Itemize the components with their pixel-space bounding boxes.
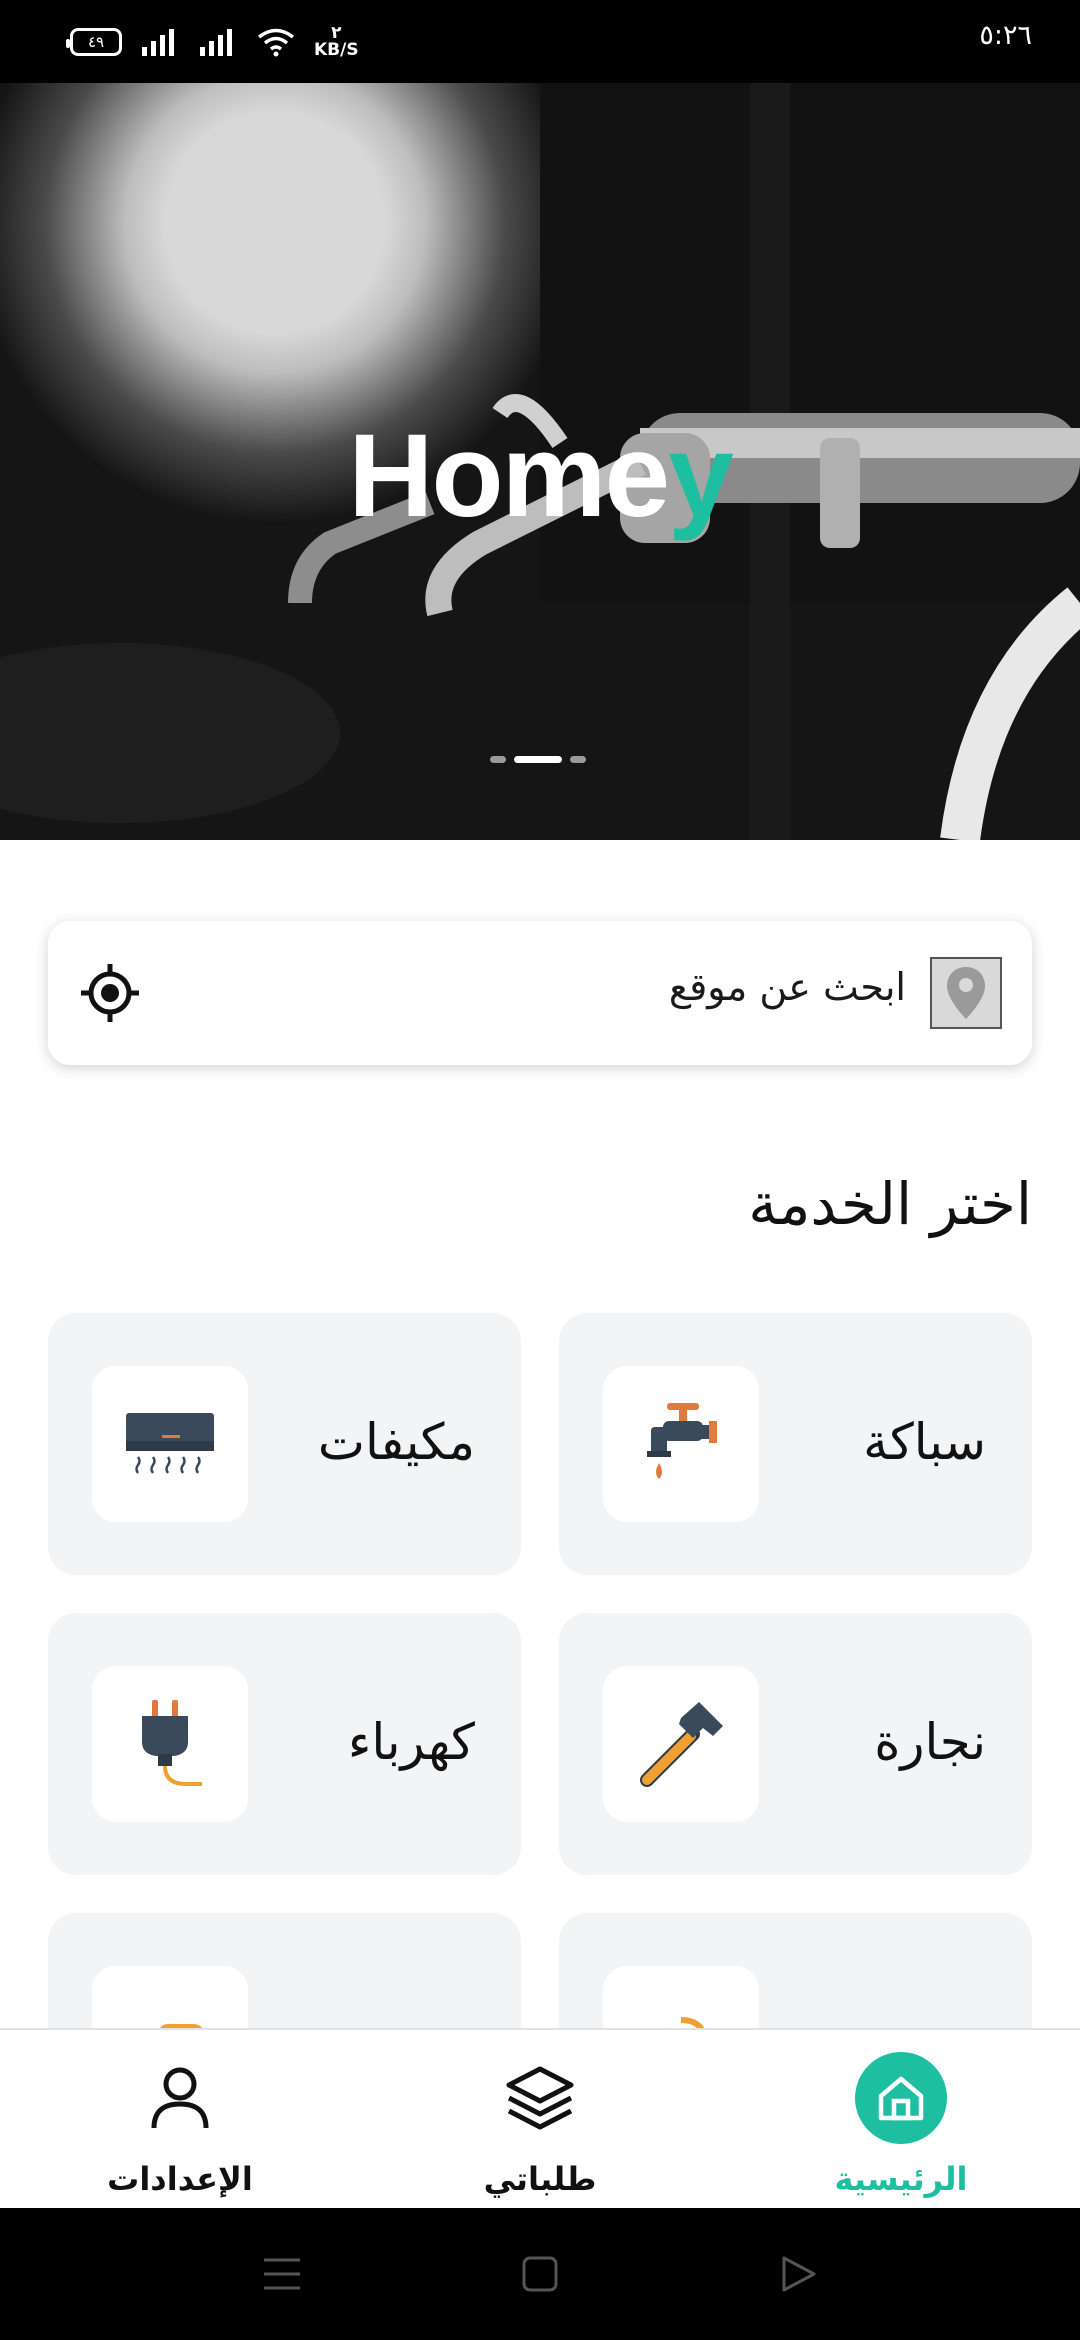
wifi-icon — [257, 28, 295, 57]
nav-settings[interactable]: الإعدادات — [60, 2030, 300, 2210]
battery-level: ٤٩ — [87, 33, 105, 51]
service-label: سباكة — [863, 1413, 986, 1471]
section-title: اختر الخدمة — [748, 1170, 1032, 1238]
signal-icon — [142, 29, 174, 56]
hero-title: Homey — [0, 408, 1080, 544]
hero-banner[interactable]: Homey — [0, 83, 1080, 840]
carousel-indicators[interactable] — [490, 756, 586, 763]
speed-unit: KB/S — [314, 40, 359, 60]
faucet-icon — [603, 1366, 759, 1522]
service-card-plumbing[interactable]: سباكة — [559, 1313, 1032, 1575]
nav-orders-label: طلباتي — [483, 2160, 597, 2198]
location-search-bar[interactable]: ابحث عن موقع — [48, 921, 1032, 1065]
service-card-ac[interactable]: مكيفات — [48, 1313, 521, 1575]
hero-title-accent: y — [668, 410, 734, 542]
plug-icon — [92, 1666, 248, 1822]
status-icons: ٤٩ ٢ KB/S — [66, 22, 359, 62]
nav-home-label: الرئيسية — [834, 2160, 968, 2198]
service-card-carpentry[interactable]: نجارة — [559, 1613, 1032, 1875]
current-location-icon[interactable] — [78, 961, 142, 1025]
back-icon[interactable] — [776, 2252, 820, 2296]
battery-icon: ٤٩ — [66, 28, 122, 56]
home-icon — [855, 2052, 947, 2144]
carousel-dot-1[interactable] — [490, 756, 506, 763]
layers-icon — [494, 2052, 586, 2144]
bottom-navigation: الرئيسية طلباتي الإعدادات — [0, 2028, 1080, 2210]
service-card-electricity[interactable]: كهرباء — [48, 1613, 521, 1875]
nav-home[interactable]: الرئيسية — [781, 2030, 1021, 2210]
nav-settings-label: الإعدادات — [107, 2160, 253, 2198]
status-bar: ٤٩ ٢ KB/S ٥:٢٦ — [0, 0, 1080, 83]
service-label: نجارة — [874, 1713, 986, 1771]
user-icon — [134, 2052, 226, 2144]
service-label: مكيفات — [317, 1413, 475, 1471]
service-label: كهرباء — [347, 1713, 475, 1771]
air-conditioner-icon — [92, 1366, 248, 1522]
search-input[interactable]: ابحث عن موقع — [669, 965, 906, 1009]
home-button-icon[interactable] — [518, 2252, 562, 2296]
signal-icon-2 — [200, 29, 232, 56]
carousel-dot-3[interactable] — [570, 756, 586, 763]
carousel-dot-2[interactable] — [514, 756, 562, 763]
hammer-icon — [603, 1666, 759, 1822]
hero-title-main: Home — [348, 410, 670, 542]
menu-icon[interactable] — [260, 2252, 304, 2296]
map-pin-icon — [930, 957, 1002, 1029]
network-speed: ٢ KB/S — [314, 25, 359, 59]
nav-orders[interactable]: طلباتي — [420, 2030, 660, 2210]
clock: ٥:٢٦ — [979, 20, 1032, 51]
system-navigation-bar — [0, 2208, 1080, 2340]
